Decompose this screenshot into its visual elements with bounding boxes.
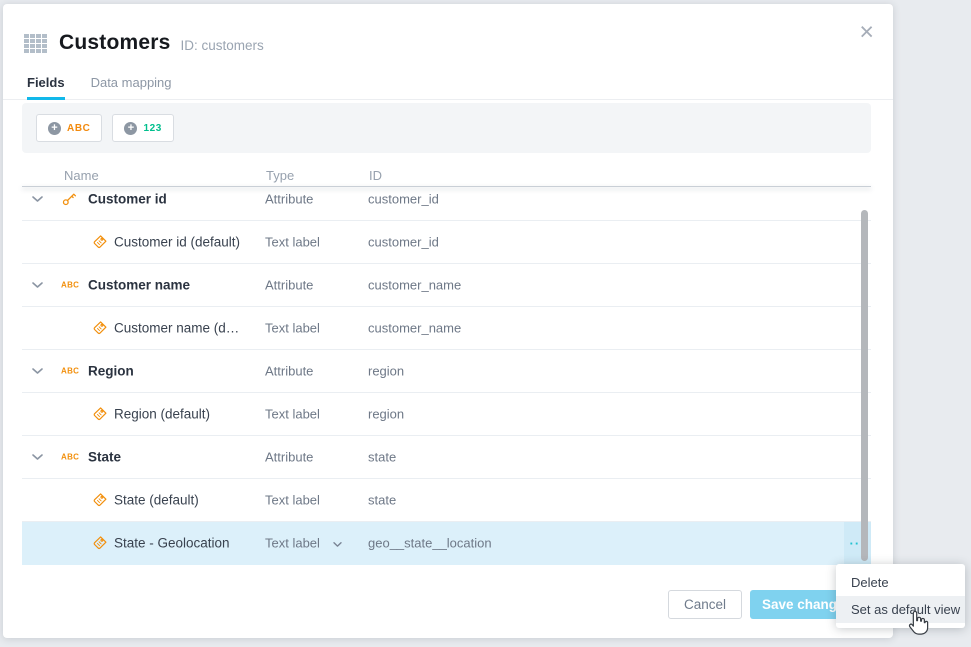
add-field-button-label: 123 (143, 122, 162, 134)
table-row[interactable]: Customer id (default) Text label customer_… (22, 221, 871, 264)
field-id: customer_name (368, 277, 462, 293)
field-type: Text label (265, 407, 320, 422)
cancel-button[interactable]: Cancel (668, 590, 742, 619)
page-background: { "modal": { "title": "Customers", "subt… (0, 0, 971, 647)
add-123-field-button[interactable]: +123 (112, 114, 174, 142)
key-icon (61, 191, 77, 207)
field-name: Customer id (default) (114, 234, 241, 250)
field-type: Text label (265, 235, 320, 250)
chevron-down-icon[interactable] (32, 282, 43, 289)
field-id: customer_name (368, 320, 462, 336)
tag-icon (92, 492, 108, 508)
field-id: customer_id (368, 191, 439, 207)
field-type-label: Attribute (265, 191, 314, 207)
field-name: Customer name (d… (114, 320, 240, 336)
table-row[interactable]: State (default) Text label state (22, 479, 871, 522)
plus-icon: + (124, 121, 138, 135)
table-row[interactable]: ABC Customer name Attribute customer_name (22, 264, 871, 307)
abc-icon: ABC (61, 453, 79, 462)
field-name: State (88, 449, 122, 465)
field-type: Attribute (265, 278, 313, 293)
field-id: geo__state__location (368, 535, 492, 551)
chevron-down-icon[interactable] (32, 454, 43, 461)
field-id: customer_id (368, 234, 439, 250)
table-row[interactable]: ABC Region Attribute region (22, 350, 871, 393)
table-row[interactable]: Region (default) Text label region (22, 393, 871, 436)
field-type: Attribute (265, 364, 313, 379)
field-name: State - Geolocation (114, 535, 230, 551)
table-row[interactable]: ABC State Attribute state (22, 436, 871, 479)
plus-icon: + (48, 121, 61, 135)
tag-icon (92, 320, 108, 336)
field-name: Region (default) (114, 406, 211, 422)
column-header-id: ID (369, 168, 382, 183)
field-type-label: Text label (265, 535, 320, 551)
field-type-label: Text label (265, 406, 320, 422)
field-type: Text label (265, 493, 320, 508)
dataset-id-subtitle: ID: customers (180, 37, 264, 53)
page-title: Customers (59, 31, 171, 54)
abc-icon: ABC (61, 281, 79, 290)
add-field-button-label: ABC (67, 122, 91, 134)
field-type-label: Text label (265, 320, 320, 336)
tab-fields[interactable]: Fields (27, 70, 65, 100)
field-type: Text label (265, 321, 320, 336)
field-id: region (368, 363, 405, 379)
dataset-modal: Customers ID: customers × Fields Data map… (3, 4, 893, 638)
tag-icon (92, 535, 108, 551)
chevron-down-icon (333, 536, 342, 551)
field-id: state (368, 492, 397, 508)
field-name: Region (88, 363, 134, 379)
abc-icon-label: ABC (61, 280, 80, 290)
column-header-type: Type (266, 168, 295, 183)
table-row[interactable]: State - Geolocation Text label geo__state_… (22, 522, 871, 565)
field-id: region (368, 406, 405, 422)
field-type-dropdown[interactable]: Text label (265, 536, 342, 551)
field-name: State (default) (114, 492, 199, 508)
table-body: Customer id Attribute customer_id Customer … (22, 187, 871, 565)
add-field-toolbar: + ABC +123 (22, 103, 871, 153)
field-type: Attribute (265, 450, 313, 465)
row-context-menu: Delete Set as default view (836, 564, 965, 628)
field-type-label: Attribute (265, 449, 314, 465)
chevron-down-icon[interactable] (32, 196, 43, 203)
field-name: Customer name (88, 277, 191, 293)
add-abc-field-button[interactable]: + ABC (36, 114, 103, 142)
abc-icon: ABC (61, 367, 79, 376)
chevron-down-icon[interactable] (32, 368, 43, 375)
abc-icon-label: ABC (61, 452, 80, 462)
tab-data-mapping[interactable]: Data mapping (91, 70, 172, 99)
table-row[interactable]: Customer id Attribute customer_id (22, 187, 871, 221)
tag-icon (92, 406, 108, 422)
table-header-divider (22, 186, 871, 187)
field-type-label: Text label (265, 492, 320, 508)
tab-bar: Fields Data mapping (3, 70, 893, 100)
modal-header: Customers ID: customers (24, 30, 264, 56)
close-icon[interactable]: × (859, 20, 874, 45)
column-header-name: Name (64, 168, 99, 183)
table-header: Name Type ID (22, 168, 871, 186)
field-type-label: Attribute (265, 363, 314, 379)
dataset-table-icon (24, 33, 47, 53)
tag-icon (92, 234, 108, 250)
field-id: state (368, 449, 397, 465)
field-type: Attribute (265, 192, 313, 207)
field-name: Customer id (88, 191, 167, 207)
field-type-label: Attribute (265, 277, 314, 293)
menu-item-delete[interactable]: Delete (836, 569, 965, 596)
hand-cursor-icon (904, 610, 931, 637)
abc-icon-label: ABC (61, 366, 80, 376)
table-row[interactable]: Customer name (d… Text label customer_name (22, 307, 871, 350)
field-type-label: Text label (265, 234, 320, 250)
vertical-scrollbar[interactable] (861, 210, 868, 561)
menu-item-set-as-default-view[interactable]: Set as default view (836, 596, 965, 623)
